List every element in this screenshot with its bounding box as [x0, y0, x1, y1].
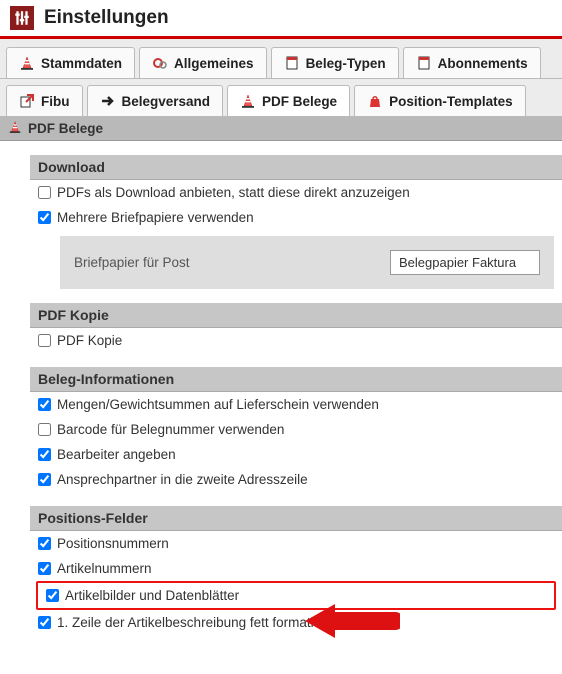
option-bearbeiter[interactable]: Bearbeiter angeben: [30, 442, 562, 467]
option-artikelnummern[interactable]: Artikelnummern: [30, 556, 562, 581]
arrow-icon: [100, 93, 116, 109]
tab-label: Abonnements: [438, 56, 528, 71]
option-positionsnummern[interactable]: Positionsnummern: [30, 531, 562, 556]
option-label: Ansprechpartner in die zweite Adresszeil…: [57, 472, 308, 487]
tab-allgemeines[interactable]: Allgemeines: [139, 47, 267, 78]
tab-label: Position-Templates: [389, 94, 513, 109]
option-label: Artikelnummern: [57, 561, 152, 576]
option-fett-formatieren[interactable]: 1. Zeile der Artikelbeschreibung fett fo…: [30, 610, 562, 635]
document-icon: [284, 55, 300, 71]
section-info-header: Beleg-Informationen: [30, 367, 562, 392]
option-label: Artikelbilder und Datenblätter: [65, 588, 239, 603]
option-label: PDFs als Download anbieten, statt diese …: [57, 185, 410, 200]
option-label: Mehrere Briefpapiere verwenden: [57, 210, 254, 225]
main-tabs-row-1: Stammdaten Allgemeines Beleg-Typen Abonn…: [0, 39, 562, 79]
briefpapier-sub-block: Briefpapier für Post Belegpapier Faktura: [60, 236, 554, 289]
tab-belegversand[interactable]: Belegversand: [87, 85, 224, 116]
option-barcode[interactable]: Barcode für Belegnummer verwenden: [30, 417, 562, 442]
checkbox[interactable]: [38, 537, 51, 550]
briefpapier-select[interactable]: Belegpapier Faktura: [390, 250, 540, 275]
tab-beleg-typen[interactable]: Beleg-Typen: [271, 47, 399, 78]
checkbox[interactable]: [38, 616, 51, 629]
option-label: Mengen/Gewichtsummen auf Lieferschein ve…: [57, 397, 379, 412]
sub-heading-label: PDF Belege: [28, 121, 103, 136]
option-pdf-kopie[interactable]: PDF Kopie: [30, 328, 562, 353]
tab-label: Belegversand: [122, 94, 211, 109]
content-area: Download PDFs als Download anbieten, sta…: [0, 155, 562, 635]
tab-label: Fibu: [41, 94, 70, 109]
checkbox[interactable]: [38, 186, 51, 199]
section-kopie-header: PDF Kopie: [30, 303, 562, 328]
cone-icon: [240, 93, 256, 109]
cone-icon: [8, 120, 22, 137]
option-artikelbilder[interactable]: Artikelbilder und Datenblätter: [40, 586, 552, 605]
option-multi-briefpapier[interactable]: Mehrere Briefpapiere verwenden: [30, 205, 562, 230]
option-label: Barcode für Belegnummer verwenden: [57, 422, 284, 437]
checkbox[interactable]: [38, 473, 51, 486]
checkbox[interactable]: [38, 334, 51, 347]
option-pdf-download[interactable]: PDFs als Download anbieten, statt diese …: [30, 180, 562, 205]
tab-label: Beleg-Typen: [306, 56, 386, 71]
sub-block-label: Briefpapier für Post: [74, 255, 360, 270]
option-label: Bearbeiter angeben: [57, 447, 176, 462]
page-header: Einstellungen: [0, 0, 562, 39]
option-label: PDF Kopie: [57, 333, 122, 348]
sub-heading-bar: PDF Belege: [0, 117, 562, 141]
option-label: 1. Zeile der Artikelbeschreibung fett fo…: [57, 615, 341, 630]
checkbox[interactable]: [38, 448, 51, 461]
tab-abonnements[interactable]: Abonnements: [403, 47, 541, 78]
option-mengen-gewicht[interactable]: Mengen/Gewichtsummen auf Lieferschein ve…: [30, 392, 562, 417]
checkbox[interactable]: [38, 423, 51, 436]
document-icon: [416, 55, 432, 71]
checkbox[interactable]: [38, 562, 51, 575]
tab-pdf-belege[interactable]: PDF Belege: [227, 85, 350, 116]
tab-fibu[interactable]: Fibu: [6, 85, 83, 116]
option-ansprechpartner[interactable]: Ansprechpartner in die zweite Adresszeil…: [30, 467, 562, 492]
main-tabs-row-2: Fibu Belegversand PDF Belege Position-Te…: [0, 79, 562, 117]
checkbox[interactable]: [38, 398, 51, 411]
tab-label: Stammdaten: [41, 56, 122, 71]
settings-icon: [10, 6, 34, 30]
section-download-header: Download: [30, 155, 562, 180]
tab-label: PDF Belege: [262, 94, 337, 109]
tab-position-templates[interactable]: Position-Templates: [354, 85, 526, 116]
section-pos-header: Positions-Felder: [30, 506, 562, 531]
tab-label: Allgemeines: [174, 56, 254, 71]
checkbox[interactable]: [46, 589, 59, 602]
page-title: Einstellungen: [44, 7, 169, 29]
export-icon: [19, 93, 35, 109]
tab-stammdaten[interactable]: Stammdaten: [6, 47, 135, 78]
highlight-box: Artikelbilder und Datenblätter: [36, 581, 556, 610]
option-label: Positionsnummern: [57, 536, 169, 551]
cone-icon: [19, 55, 35, 71]
gears-icon: [152, 55, 168, 71]
checkbox[interactable]: [38, 211, 51, 224]
bag-icon: [367, 93, 383, 109]
